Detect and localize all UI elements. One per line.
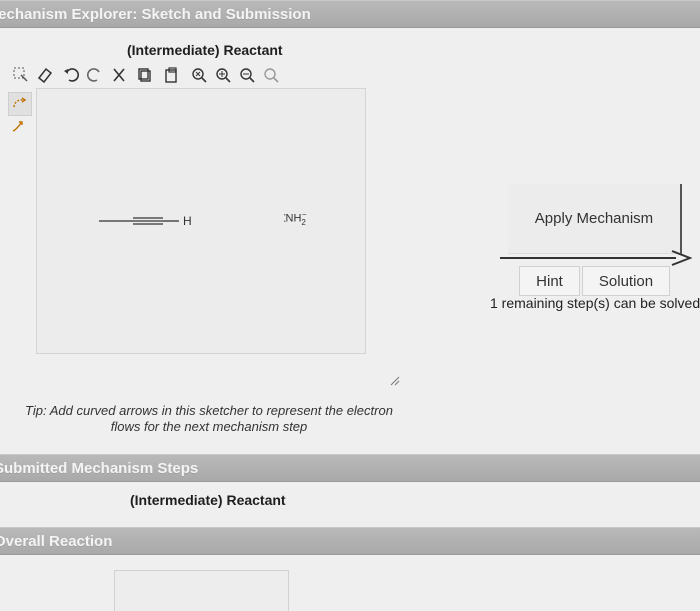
- submitted-steps-header: Submitted Mechanism Steps: [0, 454, 700, 482]
- zoom-reset-icon[interactable]: [190, 66, 208, 84]
- overall-reaction-header: Overall Reaction: [0, 527, 700, 555]
- page-header-bar: lechanism Explorer: Sketch and Submissio…: [0, 0, 700, 28]
- paste-icon[interactable]: [162, 66, 180, 84]
- solution-label: Solution: [598, 272, 654, 290]
- hint-label: Hint: [536, 272, 563, 290]
- tip-text: Tip: Add curved arrows in this sketcher …: [14, 403, 404, 435]
- reagent-label: NH: [285, 212, 302, 225]
- copy-icon[interactable]: [136, 66, 154, 84]
- overall-reaction-canvas[interactable]: [114, 570, 289, 611]
- reagent-charge: −: [301, 210, 307, 219]
- submitted-step-title: (Intermediate) Reactant: [130, 492, 286, 508]
- solution-button[interactable]: Solution: [582, 266, 670, 296]
- hydrogen-atom-label: H: [183, 214, 192, 228]
- amide-reagent[interactable]: ⁚NH2−: [283, 210, 311, 227]
- cut-icon[interactable]: [110, 66, 128, 84]
- apply-mechanism-label: Apply Mechanism: [534, 210, 654, 227]
- reagent-subscript: 2: [301, 217, 306, 227]
- hint-button[interactable]: Hint: [519, 266, 580, 296]
- overall-reaction-title: Overall Reaction: [0, 533, 113, 550]
- tip-line-1: Tip: Add curved arrows in this sketcher …: [25, 403, 393, 418]
- alkyne-molecule[interactable]: [97, 213, 197, 229]
- zoom-in-icon[interactable]: [214, 66, 232, 84]
- submitted-steps-title: Submitted Mechanism Steps: [0, 460, 199, 477]
- sketch-canvas[interactable]: H ⁚NH2−: [36, 88, 366, 354]
- tip-line-2: flows for the next mechanism step: [110, 419, 308, 434]
- reaction-arrow-icon: [500, 250, 692, 266]
- submitted-steps-panel: (Intermediate) Reactant: [0, 482, 700, 524]
- select-tool-icon[interactable]: [12, 66, 30, 84]
- apply-mechanism-button[interactable]: Apply Mechanism: [508, 184, 682, 254]
- zoom-out-icon[interactable]: [238, 66, 256, 84]
- curved-arrow-double-icon[interactable]: [8, 92, 32, 116]
- sketcher-title: (Intermediate) Reactant: [127, 42, 283, 58]
- resize-handle-icon[interactable]: [388, 374, 400, 386]
- curved-arrow-single-icon[interactable]: [8, 116, 30, 138]
- redo-icon[interactable]: [86, 66, 104, 84]
- undo-icon[interactable]: [62, 66, 80, 84]
- page-title: lechanism Explorer: Sketch and Submissio…: [0, 6, 311, 23]
- zoom-fit-icon[interactable]: [262, 66, 280, 84]
- lone-pair-dots-icon: ⁚: [283, 212, 286, 225]
- eraser-icon[interactable]: [36, 66, 54, 84]
- remaining-steps-text: 1 remaining step(s) can be solved: [490, 295, 700, 311]
